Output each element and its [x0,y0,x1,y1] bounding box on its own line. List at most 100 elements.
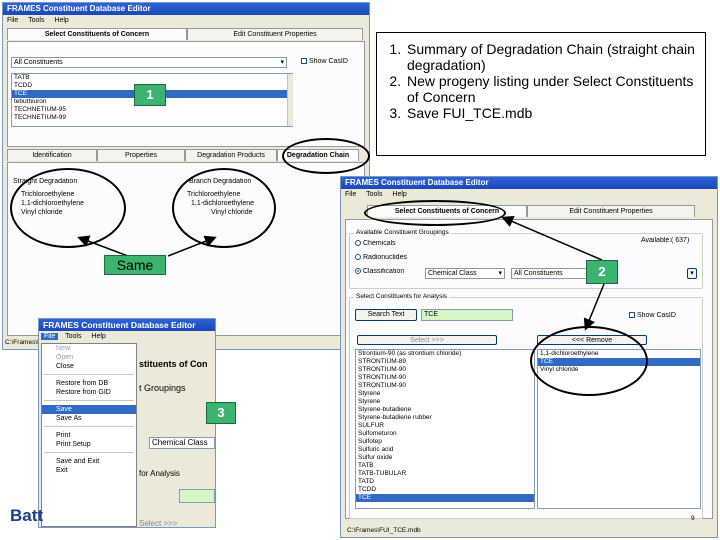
available-label: Available: [641,237,672,244]
radio-icon [355,240,361,247]
file-menu-dropdown: New Open Close Restore from DB Restore f… [41,343,137,527]
menu-item-print-setup[interactable]: Print Setup [42,440,136,449]
list-item[interactable]: STRONTIUM-89 [356,358,534,366]
menu-file[interactable]: File [345,191,356,198]
list-item[interactable]: Sulfuric acid [356,446,534,454]
list-item[interactable]: Sulfotep [356,438,534,446]
list-item[interactable]: SULFUR [356,422,534,430]
tab-degradation-products[interactable]: Degradation Products [185,149,277,161]
radio-chemicals[interactable]: Chemicals [355,240,396,247]
list-item[interactable]: Styrene [356,390,534,398]
tab-select-constituents[interactable]: Select Constituents of Concern [7,28,187,40]
background-select: Select >>> [139,519,178,528]
list-scrollbar[interactable] [287,74,293,126]
dropdown-button[interactable]: ▾ [687,268,697,279]
available-count: ( 637) [671,237,690,244]
menu-item-restore-gid[interactable]: Restore from GID [42,388,136,397]
groupings-title: Available Constituent Groupings [354,229,451,236]
menu-item-save-as[interactable]: Save As [42,414,136,423]
annotation-ellipse-progeny [530,326,648,396]
available-list[interactable]: Strontium-90 (as strontium chloride) STR… [355,349,535,509]
menu-bar: File Tools Help [3,15,369,26]
status-bar: C:\Frames\FUI_TCE.mdb [347,527,421,534]
show-casid-checkbox[interactable]: Show CasID [629,312,676,319]
note-2: New progeny listing under Select Constit… [405,73,699,105]
chevron-down-icon: ▾ [280,59,284,66]
show-casid-checkbox[interactable]: Show CasID [301,58,348,65]
radio-icon [355,254,361,261]
list-item[interactable]: Sulfur oxide [356,454,534,462]
tab-properties[interactable]: Properties [97,149,185,161]
annotation-ellipse-straight [10,168,126,248]
menu-item-save-exit[interactable]: Save and Exit [42,457,136,466]
note-3: Save FUI_TCE.mdb [405,105,699,121]
list-item[interactable]: Sulfometuron [356,430,534,438]
menu-item-new[interactable]: New [42,344,136,353]
all-constituents-select[interactable]: All Constituents ▾ [511,268,593,279]
list-item[interactable]: STRONTIUM-90 [356,366,534,374]
select-button[interactable]: Select >>> [357,335,497,345]
list-item[interactable]: TATB-TUBULAR [356,470,534,478]
checkbox-icon [629,312,635,319]
list-item[interactable]: STRONTIUM-90 [356,382,534,390]
analysis-title: Select Constituents for Analysis [354,293,450,300]
menu-file-open[interactable]: File [41,333,59,340]
step-marker-1: 1 [134,84,166,106]
menu-help[interactable]: Help [392,191,406,198]
menu-item-print[interactable]: Print [42,431,136,440]
menu-tools[interactable]: Tools [65,333,81,340]
menu-item-save[interactable]: Save [42,405,136,414]
category-select[interactable]: All Constituents ▾ [11,57,287,68]
list-item[interactable]: Styrene-butadiene rubber [356,414,534,422]
page-number: 9 [691,515,695,522]
tab-identification[interactable]: Identification [7,149,97,161]
note-1: Summary of Degradation Chain (straight c… [405,41,699,73]
annotation-ellipse-branch [172,168,276,248]
tab-edit-properties[interactable]: Edit Constituent Properties [187,28,363,40]
list-item[interactable]: TCDD [356,486,534,494]
search-text-button[interactable]: Search Text [355,309,417,321]
tab-edit-properties[interactable]: Edit Constituent Properties [527,205,695,217]
window-title: FRAMES Constituent Database Editor [341,177,717,189]
menu-help[interactable]: Help [54,17,68,24]
menu-bar: File Tools Help [341,189,717,200]
search-input[interactable]: TCE [421,309,513,321]
window-file-menu: FRAMES Constituent Database Editor File … [38,318,216,528]
menu-tools[interactable]: Tools [366,191,382,198]
radio-radionuclides[interactable]: Radionuclides [355,254,407,261]
menu-item-close[interactable]: Close [42,362,136,371]
classification-select[interactable]: Chemical Class ▾ [425,268,505,279]
radio-on-icon [355,268,361,275]
list-item[interactable]: TATB [12,74,292,82]
logo-text: Batt [10,506,44,525]
menu-item-open[interactable]: Open [42,353,136,362]
list-item-selected[interactable]: TCE [356,494,534,502]
list-item[interactable]: TATD [356,478,534,486]
callout-same: Same [104,255,166,275]
list-item[interactable]: TECHNETIUM-99 [12,114,292,122]
background-class-select: Chemical Class [149,437,215,449]
list-item[interactable]: STRONTIUM-90 [356,374,534,382]
radio-classification[interactable]: Classification [355,268,404,275]
menu-item-restore-db[interactable]: Restore from DB [42,379,136,388]
checkbox-icon [301,58,307,65]
window-title: FRAMES Constituent Database Editor [39,319,215,331]
background-analysis: for Analysis [139,469,180,478]
menu-bar: File Tools Help [39,331,215,342]
background-search-input [179,489,215,503]
list-item[interactable]: Styrene-butadiene [356,406,534,414]
menu-file[interactable]: File [7,17,18,24]
menu-tools[interactable]: Tools [28,17,44,24]
annotation-ellipse-chain-tab [282,138,370,174]
list-item[interactable]: Strontium-90 (as strontium chloride) [356,350,534,358]
menu-help[interactable]: Help [91,333,105,340]
menu-item-exit[interactable]: Exit [42,466,136,475]
step-marker-3: 3 [206,402,236,424]
window-select-constituents: FRAMES Constituent Database Editor File … [340,176,718,538]
chevron-down-icon: ▾ [498,270,502,277]
list-item[interactable]: Styrene [356,398,534,406]
list-item[interactable]: TATB [356,462,534,470]
background-tab-text: stituents of Con [139,359,208,369]
window-title: FRAMES Constituent Database Editor [3,3,369,15]
list-item[interactable]: TECHNETIUM-95 [12,106,292,114]
